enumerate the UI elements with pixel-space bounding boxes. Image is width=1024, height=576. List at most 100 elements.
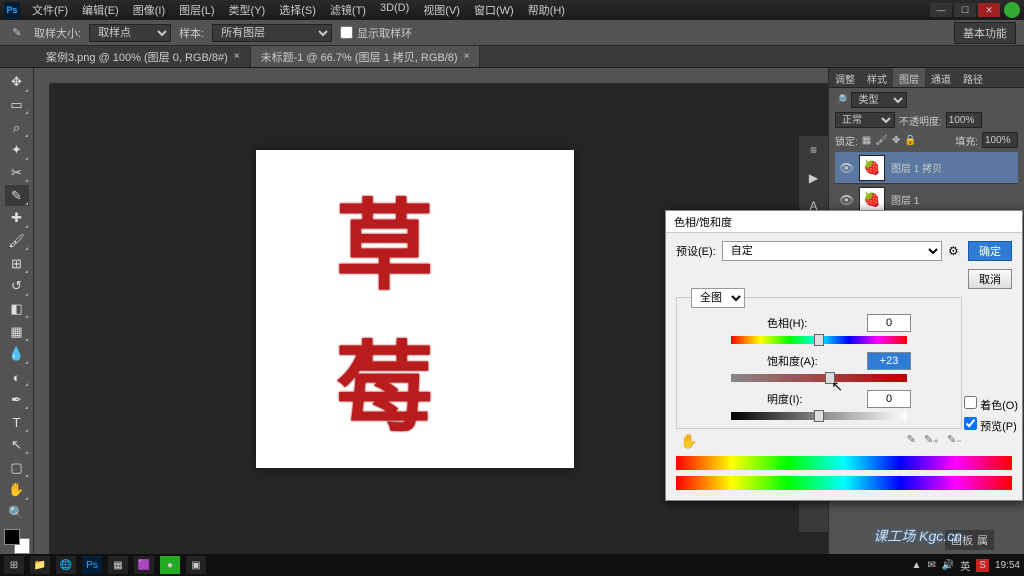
- eyedropper-plus-icon[interactable]: ✎₊: [924, 433, 939, 450]
- channel-select[interactable]: 全图: [691, 288, 745, 308]
- cancel-button[interactable]: 取消: [968, 269, 1012, 289]
- tray-up-icon[interactable]: ▲: [912, 560, 922, 571]
- move-tool[interactable]: ✥: [5, 72, 29, 93]
- dodge-tool[interactable]: ◐: [5, 367, 29, 388]
- hand-icon[interactable]: ✋: [680, 433, 697, 450]
- task-app2[interactable]: 🟪: [134, 556, 154, 574]
- lightness-input[interactable]: [867, 390, 911, 408]
- panel-tab-paths[interactable]: 路径: [957, 68, 989, 87]
- eyedropper-tool[interactable]: ✎: [5, 185, 29, 206]
- layer-row[interactable]: 👁 🍓 图层 1 拷贝: [835, 152, 1018, 184]
- preview-checkbox[interactable]: 预览(P): [964, 417, 1018, 434]
- menu-layer[interactable]: 图层(L): [173, 0, 220, 20]
- eraser-tool[interactable]: ◧: [5, 299, 29, 320]
- minimize-button[interactable]: ―: [930, 3, 952, 17]
- ruler-vertical[interactable]: [34, 84, 50, 554]
- extension-badge[interactable]: [1004, 2, 1020, 18]
- search-icon[interactable]: 🔎: [835, 95, 847, 106]
- start-button[interactable]: ⊞: [4, 556, 24, 574]
- layer-name[interactable]: 图层 1: [891, 192, 919, 207]
- workspace-label[interactable]: 基本功能: [954, 22, 1016, 44]
- panel-tab-layers[interactable]: 图层: [893, 68, 925, 87]
- play-icon[interactable]: ▶: [804, 168, 824, 188]
- close-icon[interactable]: ×: [234, 51, 240, 62]
- panel-tab-adjust[interactable]: 调整: [829, 68, 861, 87]
- canvas[interactable]: 草莓: [256, 150, 574, 468]
- preset-select[interactable]: 自定: [722, 241, 942, 261]
- dialog-title[interactable]: 色相/饱和度: [666, 211, 1022, 233]
- colorize-checkbox[interactable]: 着色(O): [964, 396, 1018, 413]
- menu-file[interactable]: 文件(F): [26, 0, 74, 20]
- layer-thumbnail[interactable]: 🍓: [859, 187, 885, 213]
- menu-type[interactable]: 类型(Y): [223, 0, 272, 20]
- hue-input[interactable]: [867, 314, 911, 332]
- ruler-horizontal[interactable]: [50, 68, 828, 84]
- zoom-tool[interactable]: 🔍: [5, 503, 29, 524]
- heal-tool[interactable]: ✚: [5, 208, 29, 229]
- task-app1[interactable]: ▦: [108, 556, 128, 574]
- tab-doc2[interactable]: 未标题-1 @ 66.7% (图层 1 拷贝, RGB/8)×: [251, 46, 481, 67]
- lock-all-icon[interactable]: 🔒: [904, 135, 916, 146]
- lightness-slider[interactable]: [731, 412, 907, 420]
- history-brush-tool[interactable]: ↺: [5, 276, 29, 297]
- menu-edit[interactable]: 编辑(E): [76, 0, 125, 20]
- brush-tool[interactable]: 🖌: [5, 231, 29, 252]
- shape-tool[interactable]: ▢: [5, 457, 29, 478]
- eyedropper-icon[interactable]: ✎: [907, 433, 916, 450]
- visibility-icon[interactable]: 👁: [839, 161, 853, 175]
- tray-volume-icon[interactable]: 🔊: [942, 560, 954, 571]
- close-button[interactable]: ✕: [978, 3, 1000, 17]
- ok-button[interactable]: 确定: [968, 241, 1012, 261]
- panel-tab-style[interactable]: 样式: [861, 68, 893, 87]
- fill-input[interactable]: [982, 132, 1018, 148]
- lasso-tool[interactable]: ⌕: [5, 117, 29, 138]
- show-ring-checkbox[interactable]: 显示取样环: [340, 25, 412, 41]
- lock-position-icon[interactable]: ✥: [892, 135, 900, 146]
- stamp-tool[interactable]: ⊞: [5, 253, 29, 274]
- hand-tool[interactable]: ✋: [5, 480, 29, 501]
- color-swatches[interactable]: [4, 529, 30, 553]
- layer-filter-select[interactable]: 类型: [851, 92, 907, 108]
- menu-view[interactable]: 视图(V): [417, 0, 466, 20]
- menu-window[interactable]: 窗口(W): [468, 0, 520, 20]
- eyedropper-tool-icon[interactable]: ✎: [8, 24, 26, 42]
- hue-slider[interactable]: [731, 336, 907, 344]
- task-app4[interactable]: ▣: [186, 556, 206, 574]
- sample-source-select[interactable]: 所有图层: [212, 24, 332, 42]
- task-explorer[interactable]: 📁: [30, 556, 50, 574]
- opacity-input[interactable]: [946, 112, 982, 128]
- ime-indicator[interactable]: 英: [960, 558, 970, 573]
- tray-mail-icon[interactable]: ✉: [927, 560, 935, 571]
- lock-pixels-icon[interactable]: ▦: [862, 135, 871, 146]
- pen-tool[interactable]: ✒: [5, 389, 29, 410]
- close-icon[interactable]: ×: [464, 51, 470, 62]
- lock-brush-icon[interactable]: 🖌: [875, 135, 888, 146]
- blend-mode-select[interactable]: 正常: [835, 112, 895, 128]
- path-tool[interactable]: ↖: [5, 435, 29, 456]
- task-app3[interactable]: ●: [160, 556, 180, 574]
- task-browser[interactable]: 🌐: [56, 556, 76, 574]
- tray-s-icon[interactable]: S: [976, 559, 989, 572]
- magic-wand-tool[interactable]: ✦: [5, 140, 29, 161]
- layer-thumbnail[interactable]: 🍓: [859, 155, 885, 181]
- history-icon[interactable]: ≡: [804, 140, 824, 160]
- type-tool[interactable]: T: [5, 412, 29, 433]
- properties-tab[interactable]: 属: [977, 532, 988, 548]
- menu-help[interactable]: 帮助(H): [522, 0, 571, 20]
- saturation-input[interactable]: [867, 352, 911, 370]
- sample-size-select[interactable]: 取样点: [89, 24, 171, 42]
- eyedropper-minus-icon[interactable]: ✎₋: [947, 433, 962, 450]
- gear-icon[interactable]: ⚙: [948, 244, 962, 258]
- crop-tool[interactable]: ✂: [5, 163, 29, 184]
- panel-tab-channels[interactable]: 通道: [925, 68, 957, 87]
- gradient-tool[interactable]: ▦: [5, 321, 29, 342]
- hue-saturation-dialog[interactable]: 色相/饱和度 预设(E): 自定 ⚙ 确定 取消 全图 色相(H): 饱和度(A…: [665, 210, 1023, 501]
- saturation-slider[interactable]: ↖: [731, 374, 907, 382]
- task-photoshop[interactable]: Ps: [82, 556, 102, 574]
- menu-3d[interactable]: 3D(D): [374, 0, 415, 20]
- menu-image[interactable]: 图像(I): [127, 0, 171, 20]
- maximize-button[interactable]: ☐: [954, 3, 976, 17]
- layer-name[interactable]: 图层 1 拷贝: [891, 160, 942, 175]
- visibility-icon[interactable]: 👁: [839, 193, 853, 207]
- menu-filter[interactable]: 滤镜(T): [324, 0, 372, 20]
